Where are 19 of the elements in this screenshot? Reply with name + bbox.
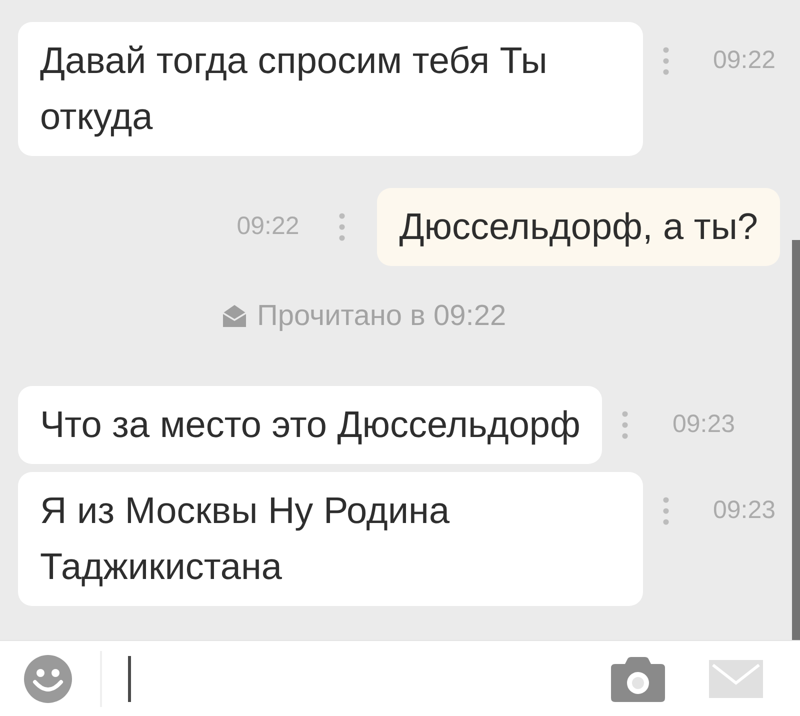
message-bubble: Давай тогда спросим тебя Ты откуда — [18, 22, 643, 156]
more-options-icon[interactable] — [663, 497, 669, 525]
message-time: 09:22 — [713, 45, 776, 76]
text-cursor — [128, 656, 131, 702]
message-bubble: Я из Москвы Ну Родина Таджикистана — [18, 472, 643, 606]
open-envelope-icon — [222, 304, 247, 328]
message-time: 09:23 — [672, 409, 736, 440]
more-options-icon[interactable] — [622, 411, 628, 439]
read-receipt-text: Прочитано в 09:22 — [257, 299, 506, 333]
message-bubble: Дюссельдорф, а ты? — [377, 188, 780, 266]
envelope-icon[interactable] — [709, 660, 763, 698]
smiley-icon[interactable] — [24, 654, 72, 702]
message-bubble: Что за место это Дюссельдорф — [18, 386, 602, 464]
scrollbar[interactable] — [792, 240, 800, 640]
message-time: 09:22 — [236, 211, 300, 242]
message-time: 09:23 — [713, 495, 776, 526]
more-options-icon[interactable] — [339, 213, 346, 241]
camera-icon[interactable] — [611, 656, 665, 702]
more-options-icon[interactable] — [663, 47, 669, 75]
